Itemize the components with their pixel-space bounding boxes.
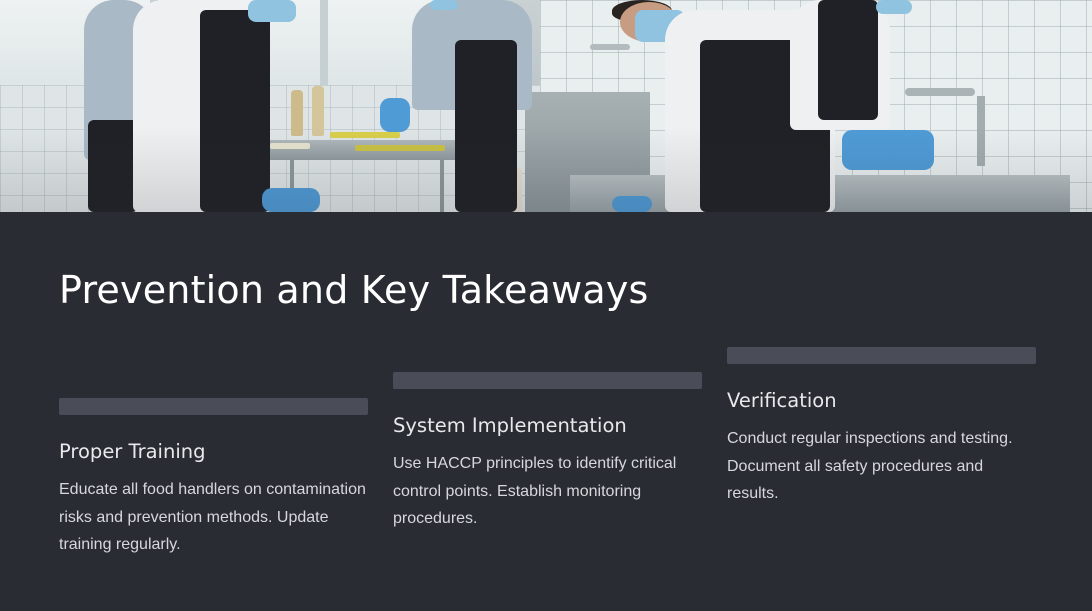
card-body: Conduct regular inspections and testing.… <box>727 430 1013 502</box>
card-heading: Proper Training <box>59 440 206 463</box>
card-body: Use HACCP principles to identify critica… <box>393 455 677 527</box>
kitchen-photo <box>0 0 1092 212</box>
card-body: Educate all food handlers on contaminati… <box>59 481 366 553</box>
takeaway-card-training: Proper Training Educate all food handler… <box>59 398 368 559</box>
card-accent-bar <box>393 372 702 389</box>
card-heading: Verification <box>727 389 837 412</box>
takeaway-card-verification: Verification Conduct regular inspections… <box>727 347 1036 508</box>
takeaway-card-implementation: System Implementation Use HACCP principl… <box>393 372 702 533</box>
card-accent-bar <box>727 347 1036 364</box>
slide: Prevention and Key Takeaways Proper Trai… <box>0 0 1092 611</box>
slide-title: Prevention and Key Takeaways <box>59 268 649 312</box>
card-heading: System Implementation <box>393 414 627 437</box>
card-accent-bar <box>59 398 368 415</box>
